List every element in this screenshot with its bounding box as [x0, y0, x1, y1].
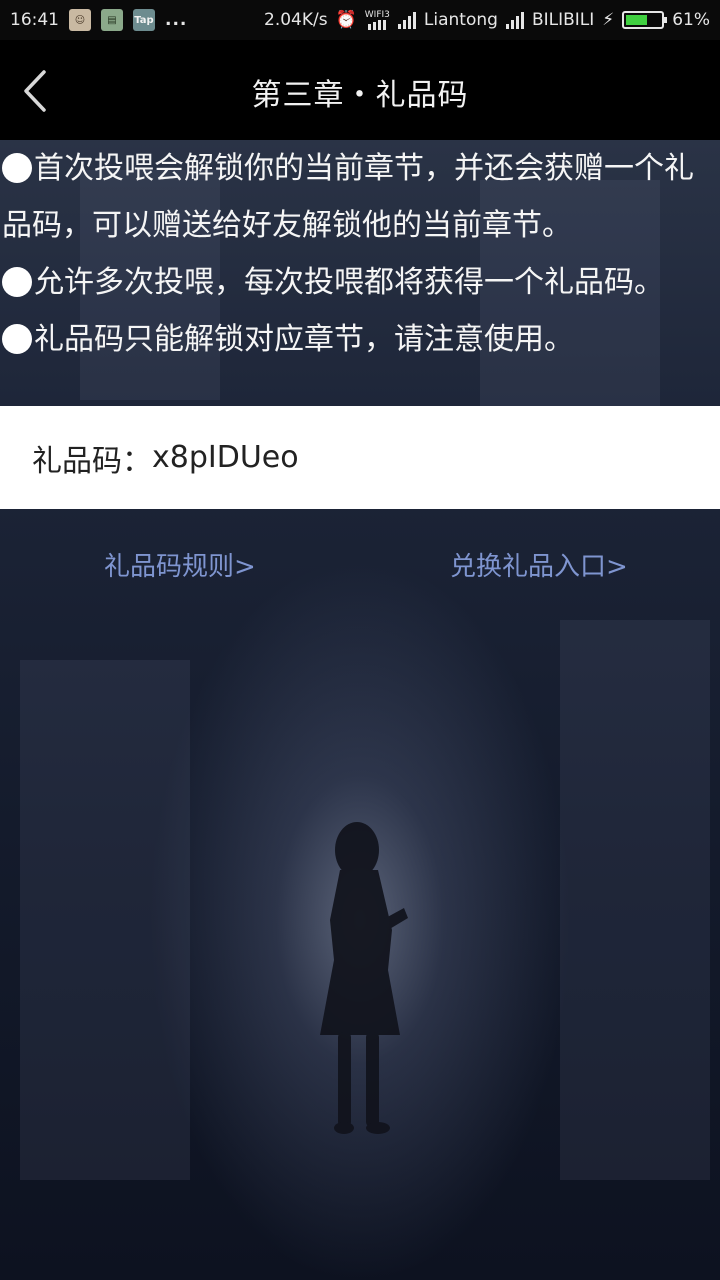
bullet-icon [2, 153, 32, 183]
bullet-icon [2, 324, 32, 354]
signal-icon-2 [505, 11, 524, 29]
girl-silhouette-image [320, 822, 408, 1134]
net-speed: 2.04K/s [264, 10, 328, 30]
gift-code-panel[interactable]: 礼品码： x8pIDUeo [0, 406, 720, 509]
battery-percent: 61% [672, 10, 710, 30]
signal-icon-1 [397, 11, 416, 29]
redeem-gift-link[interactable]: 兑换礼品入口> [450, 546, 628, 583]
battery-icon [622, 11, 668, 29]
wifi-icon: WIFI3 [364, 9, 390, 30]
tap-app-icon: Tap [133, 9, 155, 31]
status-bar: 16:41 ☺ ▤ Tap ... 2.04K/s ⏰ WIFI3 Lianto… [0, 0, 720, 40]
carrier-2: BILIBILI [531, 10, 595, 30]
rule-item: 允许多次投喂，每次投喂都将获得一个礼品码。 [0, 254, 720, 311]
app-face-icon: ☺ [69, 9, 91, 31]
rule-item: 礼品码只能解锁对应章节，请注意使用。 [0, 311, 720, 368]
charging-icon: ⚡ [602, 10, 615, 30]
header-bar: 第三章・礼品码 [0, 40, 720, 140]
wifi-label: WIFI3 [364, 9, 390, 20]
alarm-icon: ⏰ [335, 10, 357, 30]
page-title: 第三章・礼品码 [251, 78, 469, 113]
gift-code-label: 礼品码： [32, 443, 152, 479]
status-time: 16:41 [10, 10, 59, 30]
bullet-icon [2, 267, 32, 297]
gift-code-value[interactable]: x8pIDUeo [152, 440, 299, 475]
rules-list: 首次投喂会解锁你的当前章节，并还会获赠一个礼品码，可以赠送给好友解锁他的当前章节… [0, 140, 720, 368]
clipboard-icon: ▤ [101, 9, 123, 31]
more-notifications-icon: ... [165, 10, 188, 30]
rule-item: 首次投喂会解锁你的当前章节，并还会获赠一个礼品码，可以赠送给好友解锁他的当前章节… [2, 151, 694, 243]
gift-code-rules-link[interactable]: 礼品码规则> [104, 546, 256, 583]
carrier-1: Liantong [423, 10, 498, 30]
